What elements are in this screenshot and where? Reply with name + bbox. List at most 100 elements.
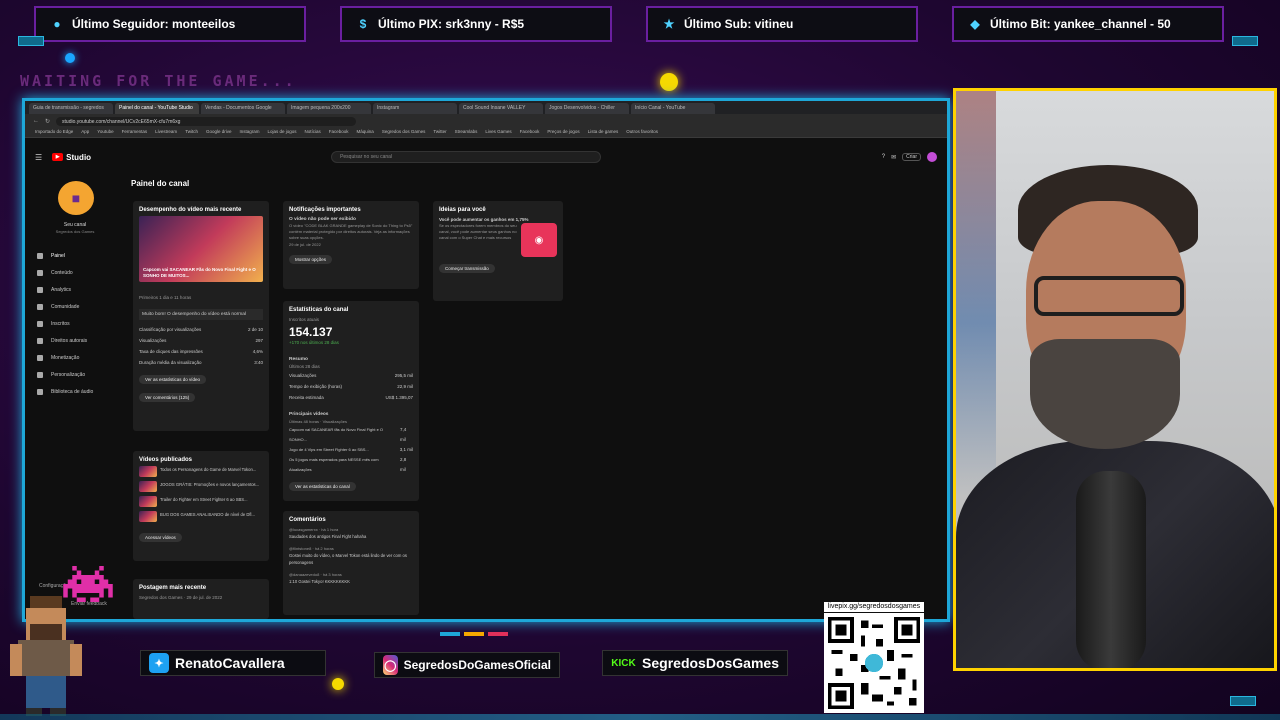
video-comments-button[interactable]: Ver comentários (125) [139, 393, 196, 402]
top-video-row[interactable]: Os 5 jogos mais esperados para NESSE mês… [289, 455, 413, 475]
show-options-button[interactable]: Mostrar opções [289, 255, 333, 264]
browser-tab[interactable]: Cool Sound Insane VALLEY [459, 103, 543, 114]
nav-label: Direitos autorais [51, 337, 88, 344]
create-button[interactable]: Criar [902, 153, 921, 161]
comment-item[interactable]: @danaazevedo8 · há 3 horas 1:10 Gostei T… [289, 571, 413, 585]
bookmark[interactable]: Lives Games [485, 129, 511, 136]
bookmark[interactable]: Máquina [357, 129, 374, 136]
livepix-qr-code[interactable] [824, 613, 924, 713]
nav-item-monetization[interactable]: Monetização [37, 349, 123, 366]
nav-item-subscribers[interactable]: Inscritos [37, 315, 123, 332]
go-to-videos-button[interactable]: Acessar vídeos [139, 533, 182, 542]
accent-bar [464, 632, 484, 636]
bookmark[interactable]: Google drive [206, 129, 232, 136]
help-icon[interactable]: ? [882, 154, 885, 160]
nav-item-customization[interactable]: Personalização [37, 366, 123, 383]
studio-logo[interactable]: ▶ Studio [52, 153, 91, 162]
bookmark[interactable]: Twitch [185, 129, 198, 136]
back-icon[interactable]: ← [33, 118, 39, 124]
nav-item-content[interactable]: Conteúdo [37, 264, 123, 281]
channel-avatar[interactable]: ■ [58, 181, 94, 215]
comments-card: Comentários @lucasgamerxx · há 1 hora Sa… [283, 511, 419, 615]
comments-title: Comentários [289, 517, 326, 523]
bookmark[interactable]: Segredos dos Games [382, 129, 426, 136]
video-summary: Muito bom! O desempenho do vídeo está no… [139, 309, 263, 320]
bookmark[interactable]: App [81, 129, 89, 136]
published-video-item[interactable]: Trailer do Fighter em Street Fighter 6 a… [139, 496, 263, 507]
nav-item-community[interactable]: Comunidade [37, 298, 123, 315]
bookmark[interactable]: Importado do Edge [35, 129, 73, 136]
bookmark[interactable]: Facebook [329, 129, 349, 136]
bookmark[interactable]: Streamlabs [455, 129, 478, 136]
instagram-handle[interactable]: ◯ SegredosDoGamesOficial [374, 652, 560, 678]
dollar-icon: $ [359, 17, 367, 31]
published-video-item[interactable]: Todos os Personagens do Game de Marvel T… [139, 466, 263, 477]
reload-icon[interactable]: ↻ [45, 118, 50, 125]
address-bar-row: ← ↻ studio.youtube.com/channel/UCv2cE65m… [25, 114, 947, 128]
studio-search-input[interactable]: Pesquisar no seu canal [331, 151, 602, 163]
top-video-value: 2,8 mil [399, 457, 407, 472]
nav-item-audio-library[interactable]: Biblioteca de áudio [37, 383, 123, 400]
bookmark[interactable]: Instagram [239, 129, 259, 136]
nav-label: Painel [51, 252, 65, 259]
top-video-row[interactable]: Jogo de 4 Vips em Street Fighter 6 ao SB… [289, 445, 413, 455]
bookmark[interactable]: Lojas de jogos [267, 129, 296, 136]
browser-tab-active[interactable]: Painel do canal - YouTube Studio [115, 103, 199, 114]
browser-tab[interactable]: Início Canal - YouTube [631, 103, 715, 114]
channel-analytics-button[interactable]: Ver as estatísticas do canal [289, 482, 356, 491]
top-video-value: 7,4 mil [399, 427, 407, 442]
account-avatar[interactable] [927, 152, 937, 162]
studio-sidebar: ■ Seu canal Segredos dos Games Painel Co… [25, 171, 125, 619]
bookmark[interactable]: Facebook [520, 129, 540, 136]
comment-item[interactable]: @lucasgamerxx · há 1 hora Saudades dos a… [289, 526, 413, 540]
bookmark[interactable]: Outros favoritos [626, 129, 658, 136]
bottom-accent-bars [440, 632, 508, 636]
comment-text: 1:10 Gostei Tokyo! KKKKKKKKK [289, 579, 350, 584]
nav-item-dashboard[interactable]: Painel [37, 247, 123, 264]
bookmark[interactable]: Notícias [305, 129, 321, 136]
nav-item-copyright[interactable]: Direitos autorais [37, 332, 123, 349]
channel-stats-card: Estatísticas do canal Inscritos atuais 1… [283, 301, 419, 501]
kick-handle[interactable]: KICK SegredosDosGames [602, 650, 788, 676]
metric-label: Visualizações [139, 338, 167, 343]
video-thumbnail[interactable]: Capcom vai SACANEAR Fãs do Novo Final Fi… [139, 216, 263, 282]
ideas-content: Se os espectadores forem membros do seu … [439, 223, 557, 257]
comment-item[interactable]: @flintstone8 · há 2 horas Gostei muito d… [289, 545, 413, 566]
top-video-value: 3,1 mil [399, 447, 413, 452]
comment-author: @flintstone8 · há 2 horas [289, 546, 334, 551]
browser-tab[interactable]: Vendas - Documentos Google [201, 103, 285, 114]
notifications-icon[interactable]: ✉ [891, 154, 896, 161]
bookmark[interactable]: Lista de games [588, 129, 619, 136]
nav-item-analytics[interactable]: Analytics [37, 281, 123, 298]
studio-logo-text: Studio [66, 152, 92, 162]
menu-icon[interactable]: ☰ [35, 153, 42, 162]
video-analytics-button[interactable]: Ver as estatísticas do vídeo [139, 375, 207, 384]
accent-bar [440, 632, 460, 636]
bookmark[interactable]: Livestream [155, 129, 177, 136]
corner-decor-right [1232, 36, 1258, 46]
studio-header-actions: ? ✉ Criar [882, 152, 937, 162]
start-stream-button[interactable]: Começar transmissão [439, 264, 495, 273]
top-video-row[interactable]: Capcom vai SACANEAR fãs do Novo Final Fi… [289, 425, 413, 445]
video-thumbnail-title: Capcom vai SACANEAR Fãs do Novo Final Fi… [143, 267, 256, 278]
published-video-item[interactable]: JOGOS GRÁTIS: Promoções e novos lançamen… [139, 481, 263, 492]
url-field[interactable]: studio.youtube.com/channel/UCv2cE65mX-cf… [56, 116, 357, 126]
stat-row: Tempo de exibição (horas) 22,9 mil [289, 381, 413, 392]
kick-handle-label: SegredosDosGames [642, 655, 779, 671]
bookmark[interactable]: Twitter [433, 129, 446, 136]
bookmark[interactable]: Preços de jogos [547, 129, 579, 136]
browser-tab[interactable]: Instagram [373, 103, 457, 114]
twitter-handle[interactable]: ✦ RenatoCavallera [140, 650, 326, 676]
recent-post-title: Postagem mais recente [139, 585, 207, 591]
browser-tab[interactable]: Guia de transmissão - segredos [29, 103, 113, 114]
comment-author: @danaazevedo8 · há 3 horas [289, 572, 342, 577]
bookmark[interactable]: Youtube [97, 129, 113, 136]
bookmark[interactable]: Ferramentas [122, 129, 148, 136]
studio-header: ☰ ▶ Studio Pesquisar no seu canal ? ✉ Cr… [25, 148, 947, 166]
video-title: BUG DOS GAMES ANALISANDO de nível de Dfl… [160, 512, 255, 517]
browser-tab[interactable]: Jogos Desenvolvidos - Chiller [545, 103, 629, 114]
published-video-item[interactable]: BUG DOS GAMES ANALISANDO de nível de Dfl… [139, 511, 263, 522]
stat-label: Visualizações [289, 373, 317, 378]
browser-tab[interactable]: Imagem pequena 200x200 [287, 103, 371, 114]
nav-label: Comunidade [51, 303, 80, 310]
